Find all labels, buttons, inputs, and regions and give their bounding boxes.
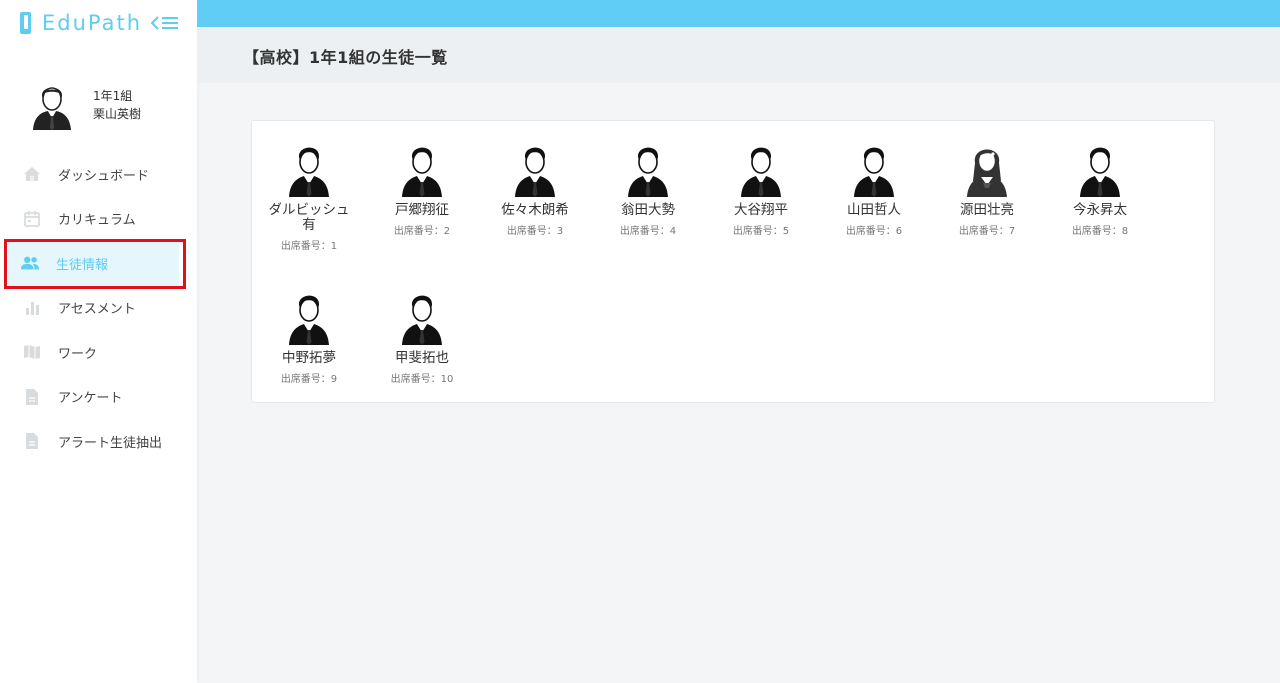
male-student-avatar-icon bbox=[740, 146, 782, 197]
page-header: 【高校】1年1組の生徒一覧 bbox=[197, 27, 1280, 83]
logo-icon bbox=[20, 12, 36, 34]
sidebar-item-label: アンケート bbox=[58, 391, 123, 407]
student-card[interactable]: 中野拓夢 出席番号：9 bbox=[259, 287, 359, 385]
menu-collapse-icon[interactable] bbox=[151, 13, 179, 33]
attendance-number: 出席番号：5 bbox=[732, 226, 790, 237]
attendance-number: 出席番号：10 bbox=[390, 374, 454, 385]
male-student-avatar-icon bbox=[288, 294, 330, 345]
male-student-avatar-icon bbox=[627, 146, 669, 197]
sidebar-item-alert-students[interactable]: アラート生徒抽出 bbox=[0, 419, 197, 464]
sidebar-item-label: 生徒情報 bbox=[56, 257, 109, 273]
student-name: 今永昇太 bbox=[1073, 202, 1127, 218]
student-card[interactable]: 戸郷翔征 出席番号：2 bbox=[372, 139, 472, 237]
attendance-number: 出席番号：1 bbox=[280, 241, 338, 252]
document-icon bbox=[22, 431, 42, 451]
teacher-profile: 1年1組 栗山英樹 bbox=[30, 80, 190, 130]
avatar bbox=[33, 87, 71, 130]
sidebar-item-survey[interactable]: アンケート bbox=[0, 375, 197, 420]
sidebar-item-dashboard[interactable]: ダッシュボード bbox=[0, 152, 197, 197]
student-card[interactable]: 甲斐拓也 出席番号：10 bbox=[372, 287, 472, 385]
calendar-icon bbox=[22, 209, 42, 229]
male-student-avatar-icon bbox=[401, 294, 443, 345]
student-name: 源田壮亮 bbox=[960, 202, 1014, 218]
male-student-avatar-icon bbox=[853, 146, 895, 197]
sidebar-nav: ダッシュボード カリキュラム 生徒情報 アセスメント ワーク アンケート アラー… bbox=[0, 152, 197, 464]
document-icon bbox=[22, 387, 42, 407]
attendance-number: 出席番号：2 bbox=[393, 226, 451, 237]
sidebar-item-label: ワーク bbox=[58, 346, 98, 362]
attendance-number: 出席番号：6 bbox=[845, 226, 903, 237]
page-title: 【高校】1年1組の生徒一覧 bbox=[243, 48, 448, 67]
brand-name: EduPath bbox=[42, 11, 143, 35]
student-name: 山田哲人 bbox=[847, 202, 901, 218]
brand-logo[interactable]: EduPath bbox=[20, 10, 142, 36]
sidebar-item-student-info[interactable]: 生徒情報 bbox=[8, 241, 179, 286]
attendance-number: 出席番号：3 bbox=[506, 226, 564, 237]
student-name: 戸郷翔征 bbox=[395, 202, 449, 218]
home-icon bbox=[22, 164, 42, 184]
male-student-avatar-icon bbox=[288, 146, 330, 197]
student-card[interactable]: 山田哲人 出席番号：6 bbox=[824, 139, 924, 237]
student-name: 甲斐拓也 bbox=[395, 350, 449, 366]
class-label: 1年1組 bbox=[93, 89, 133, 103]
sidebar-item-label: ダッシュボード bbox=[58, 168, 150, 184]
male-student-avatar-icon bbox=[1079, 146, 1121, 197]
student-name: ダルビッシュ有 bbox=[268, 202, 350, 233]
sidebar-item-label: カリキュラム bbox=[58, 213, 136, 229]
male-student-avatar-icon bbox=[401, 146, 443, 197]
student-card[interactable]: 源田壮亮 出席番号：7 bbox=[937, 139, 1037, 237]
student-card[interactable]: ダルビッシュ有 出席番号：1 bbox=[259, 139, 359, 252]
sidebar-item-assessment[interactable]: アセスメント bbox=[0, 286, 197, 331]
people-icon bbox=[20, 253, 40, 273]
sidebar-item-work[interactable]: ワーク bbox=[0, 330, 197, 375]
attendance-number: 出席番号：7 bbox=[958, 226, 1016, 237]
student-list-card: ダルビッシュ有 出席番号：1 戸郷翔征 出席番号：2 佐々木朗希 出席番号：3 … bbox=[251, 120, 1215, 403]
book-icon bbox=[22, 342, 42, 362]
student-name: 翁田大勢 bbox=[621, 202, 675, 218]
student-name: 中野拓夢 bbox=[282, 350, 336, 366]
teacher-name: 栗山英樹 bbox=[93, 107, 142, 121]
student-card[interactable]: 大谷翔平 出席番号：5 bbox=[711, 139, 811, 237]
student-card[interactable]: 佐々木朗希 出席番号：3 bbox=[485, 139, 585, 237]
female-student-avatar-icon bbox=[967, 149, 1007, 197]
attendance-number: 出席番号：9 bbox=[280, 374, 338, 385]
attendance-number: 出席番号：4 bbox=[619, 226, 677, 237]
top-bar bbox=[197, 0, 1280, 27]
student-name: 佐々木朗希 bbox=[501, 202, 569, 218]
student-name: 大谷翔平 bbox=[734, 202, 788, 218]
student-card[interactable]: 今永昇太 出席番号：8 bbox=[1050, 139, 1150, 237]
sidebar: EduPath 1年1組 栗山英樹 ダッシュボード カリキュラム 生徒情報 アセ… bbox=[0, 0, 197, 683]
sidebar-item-label: アセスメント bbox=[58, 302, 136, 318]
bar-chart-icon bbox=[22, 298, 42, 318]
sidebar-item-label: アラート生徒抽出 bbox=[58, 435, 163, 451]
sidebar-item-curriculum[interactable]: カリキュラム bbox=[0, 197, 197, 242]
male-student-avatar-icon bbox=[514, 146, 556, 197]
student-card[interactable]: 翁田大勢 出席番号：4 bbox=[598, 139, 698, 237]
attendance-number: 出席番号：8 bbox=[1071, 226, 1129, 237]
